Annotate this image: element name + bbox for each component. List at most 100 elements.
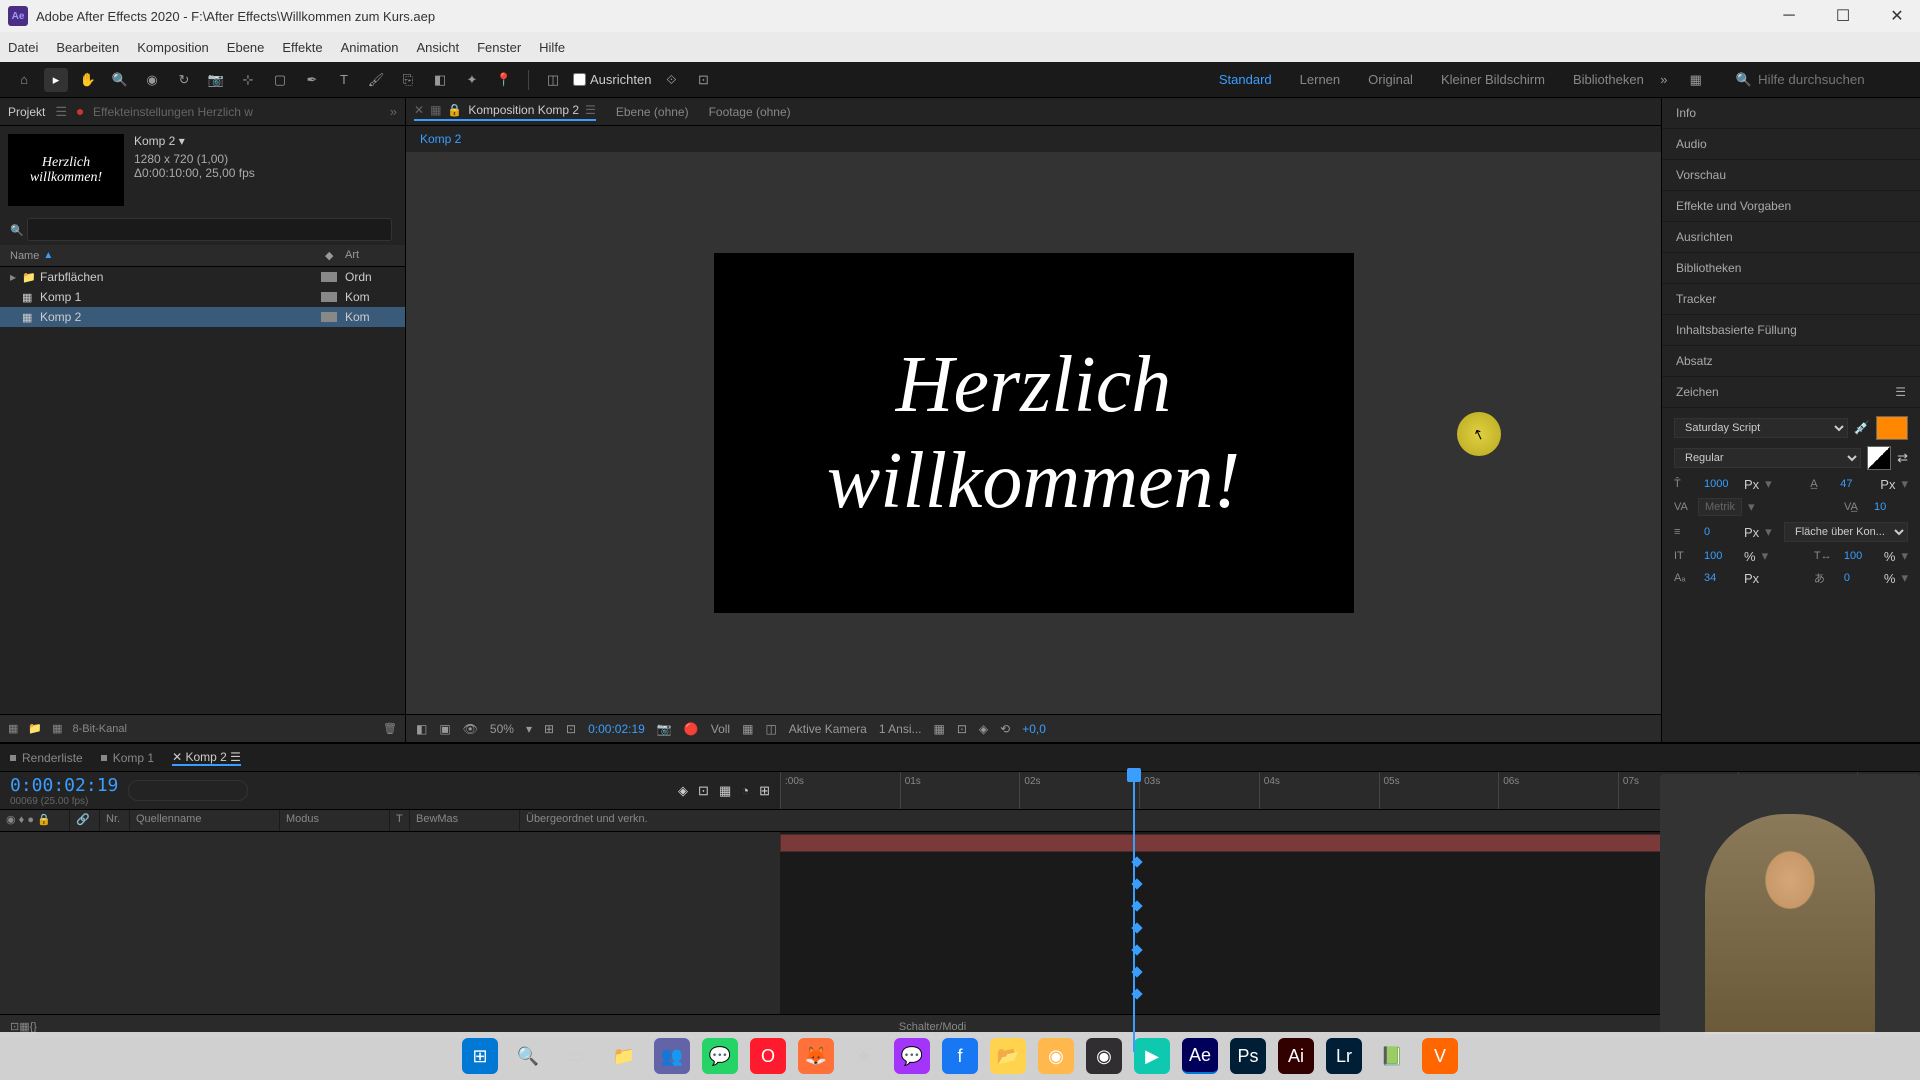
eyedropper-icon[interactable]: 💉 <box>1854 420 1870 436</box>
playhead[interactable] <box>1133 772 1135 1052</box>
comp-tab[interactable]: Footage (ohne) <box>709 105 791 119</box>
switches-modes-toggle[interactable]: Schalter/Modi <box>37 1021 1828 1033</box>
font-family-dropdown[interactable]: Saturday Script <box>1674 418 1848 438</box>
workspace-lernen[interactable]: Lernen <box>1300 72 1340 87</box>
guides-icon[interactable]: ⊡ <box>566 722 576 736</box>
menu-ansicht[interactable]: Ansicht <box>416 40 459 55</box>
menu-animation[interactable]: Animation <box>341 40 399 55</box>
current-timecode[interactable]: 0:00:02:19 <box>10 775 118 796</box>
panel-ausrichten[interactable]: Ausrichten <box>1662 222 1920 253</box>
tl-icon4[interactable]: ◔ <box>741 783 749 798</box>
brush-tool[interactable]: 🖌 <box>364 68 388 92</box>
col-name-header[interactable]: Name ▲ <box>10 249 325 262</box>
channel-icon[interactable]: 🔴 <box>684 722 699 736</box>
roto-tool[interactable]: ✦ <box>460 68 484 92</box>
grid-icon[interactable]: ⊡ <box>691 68 715 92</box>
taskbar-search[interactable]: 🔍 <box>510 1038 546 1074</box>
workspace-grid-icon[interactable]: ▦ <box>1684 68 1708 92</box>
tl-icon3[interactable]: ▦ <box>719 783 731 799</box>
selection-tool[interactable]: ▸ <box>44 68 68 92</box>
text-tool[interactable]: T <box>332 68 356 92</box>
help-search[interactable]: 🔍 <box>1736 72 1908 88</box>
tsume-value[interactable]: 0 <box>1838 570 1878 586</box>
views-dropdown[interactable]: 1 Ansi... <box>879 722 922 736</box>
minimize-button[interactable]: ─ <box>1774 1 1804 31</box>
project-item[interactable]: ▸📁FarbflächenOrdn <box>0 267 405 287</box>
rotate-tool[interactable]: ↻ <box>172 68 196 92</box>
panel-absatz[interactable]: Absatz <box>1662 346 1920 377</box>
view-icon4[interactable]: ⟲ <box>1000 722 1010 736</box>
comp-name[interactable]: Komp 2 ▾ <box>134 134 255 148</box>
grid-toggle-icon[interactable]: ⊞ <box>544 722 554 736</box>
taskbar-messenger[interactable]: 💬 <box>894 1038 930 1074</box>
timecode-display[interactable]: 0:00:02:19 <box>588 722 645 736</box>
taskbar-filmora[interactable]: ▶ <box>1134 1038 1170 1074</box>
tracking-value[interactable]: 10 <box>1868 499 1908 515</box>
tl-icon2[interactable]: ⊡ <box>698 783 709 799</box>
workspace-original[interactable]: Original <box>1368 72 1413 87</box>
clone-tool[interactable]: ⎘ <box>396 68 420 92</box>
taskbar-after-effects[interactable]: Ae <box>1182 1038 1218 1074</box>
taskbar-picasa[interactable]: ◉ <box>1038 1038 1074 1074</box>
tl-icon5[interactable]: ⊞ <box>759 783 770 799</box>
zoom-dropdown[interactable]: 50% <box>490 722 514 736</box>
col-tag-header[interactable]: ◆ <box>325 249 345 262</box>
panel-menu-icon[interactable]: ☰ <box>55 104 67 120</box>
taskbar-whatsapp[interactable]: 💬 <box>702 1038 738 1074</box>
comp-viewer[interactable]: Herzlichwillkommen! <box>406 152 1661 714</box>
baseline-value[interactable]: 34 <box>1698 570 1738 586</box>
view-icon3[interactable]: ◈ <box>979 722 988 736</box>
taskbar-app[interactable]: ★ <box>846 1038 882 1074</box>
pen-tool[interactable]: ✒ <box>300 68 324 92</box>
taskbar-facebook[interactable]: f <box>942 1038 978 1074</box>
panel-info[interactable]: Info <box>1662 98 1920 129</box>
layer-row[interactable]: 👁▾1THerzlic...illkommen!Normal◉Ohne <box>0 832 780 1014</box>
fill-color-swatch[interactable] <box>1876 416 1908 440</box>
panel-audio[interactable]: Audio <box>1662 129 1920 160</box>
project-item[interactable]: ▦Komp 1Kom <box>0 287 405 307</box>
alpha-icon[interactable]: ◧ <box>416 722 427 736</box>
taskbar-illustrator[interactable]: Ai <box>1278 1038 1314 1074</box>
stroke-color-swatch[interactable] <box>1867 446 1891 470</box>
view-icon2[interactable]: ⊡ <box>957 722 967 736</box>
taskbar-windows-start[interactable]: ⊞ <box>462 1038 498 1074</box>
taskbar-app2[interactable]: 📗 <box>1374 1038 1410 1074</box>
font-size-value[interactable]: 1000 <box>1698 476 1738 492</box>
menu-hilfe[interactable]: Hilfe <box>539 40 565 55</box>
snap-options-icon[interactable]: ⟐ <box>659 68 683 92</box>
tl-footer-icon3[interactable]: {} <box>30 1021 37 1033</box>
interpret-icon[interactable]: ▦ <box>8 722 18 735</box>
taskbar-lightroom[interactable]: Lr <box>1326 1038 1362 1074</box>
taskbar-obs[interactable]: ◉ <box>1086 1038 1122 1074</box>
zoom-tool[interactable]: 🔍 <box>108 68 132 92</box>
hand-tool[interactable]: ✋ <box>76 68 100 92</box>
menu-komposition[interactable]: Komposition <box>137 40 209 55</box>
workspace-standard[interactable]: Standard <box>1219 72 1272 87</box>
trash-icon[interactable]: 🗑 <box>383 722 397 735</box>
panel-bibliotheken[interactable]: Bibliotheken <box>1662 253 1920 284</box>
comp-tab[interactable]: Ebene (ohne) <box>616 105 689 119</box>
snapshot-icon[interactable]: 📷 <box>657 722 672 736</box>
vscale-value[interactable]: 100 <box>1698 548 1738 564</box>
taskbar-photoshop[interactable]: Ps <box>1230 1038 1266 1074</box>
region-icon[interactable]: ◫ <box>765 722 776 736</box>
col-type-header[interactable]: Art <box>345 249 395 262</box>
timeline-tab[interactable]: Komp 1 <box>101 751 154 765</box>
exposure-value[interactable]: +0,0 <box>1022 722 1046 736</box>
help-search-input[interactable] <box>1758 72 1908 87</box>
taskbar-firefox[interactable]: 🦊 <box>798 1038 834 1074</box>
timeline-tab[interactable]: ✕ Komp 2 ☰ <box>172 750 241 766</box>
fill-over-stroke-dropdown[interactable]: Fläche über Kon... <box>1784 522 1908 542</box>
3d-icon[interactable]: 👁 <box>463 722 478 736</box>
taskbar-teams[interactable]: 👥 <box>654 1038 690 1074</box>
mask-icon[interactable]: ▣ <box>439 722 450 736</box>
transparency-icon[interactable]: ▦ <box>742 722 753 736</box>
orbit-tool[interactable]: ◉ <box>140 68 164 92</box>
camera-tool[interactable]: 📷 <box>204 68 228 92</box>
view-icon1[interactable]: ▦ <box>934 722 945 736</box>
workspace-bibliotheken[interactable]: Bibliotheken <box>1573 72 1644 87</box>
comp-breadcrumb[interactable]: Komp 2 <box>406 126 1661 152</box>
close-button[interactable]: ✕ <box>1882 1 1912 31</box>
taskbar-explorer[interactable]: 📁 <box>606 1038 642 1074</box>
taskbar-folder2[interactable]: 📂 <box>990 1038 1026 1074</box>
